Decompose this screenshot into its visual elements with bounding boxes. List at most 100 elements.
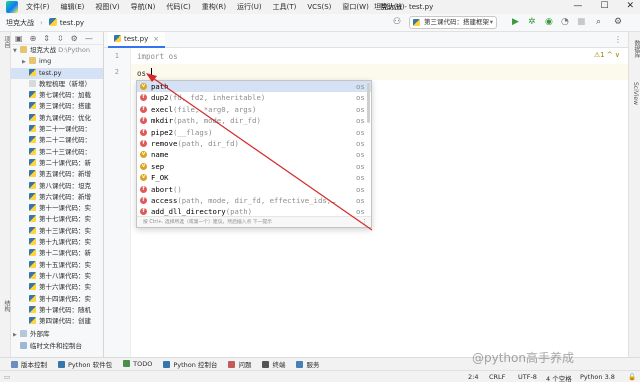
gear-icon[interactable]: ⚙ <box>71 34 78 43</box>
tab-test-py[interactable]: test.py × <box>108 32 166 48</box>
menu-tools[interactable]: 工具(T) <box>273 2 297 12</box>
stop-icon[interactable]: ■ <box>577 17 586 28</box>
profile-icon[interactable]: ◔ <box>561 17 569 28</box>
run-icon[interactable]: ▶ <box>512 17 519 28</box>
status-toggle-icon[interactable]: ▭ <box>4 373 10 381</box>
menu-code[interactable]: 代码(C) <box>166 2 190 12</box>
run-config-label: 第三课代码：搭建框架 <box>424 18 489 26</box>
more-options-icon[interactable]: ⋮ <box>361 217 368 227</box>
bottom-tool-5[interactable]: 终端 <box>262 359 285 369</box>
minimize-icon[interactable]: — <box>85 34 93 43</box>
run-config-select[interactable]: 第三课代码：搭建框架 ▾ <box>409 16 497 29</box>
chevron-right-icon[interactable]: ▶ <box>13 330 20 341</box>
breadcrumb-project[interactable]: 坦克大战 <box>6 18 34 28</box>
tree-item[interactable]: 第六课代码：新增 <box>11 192 103 203</box>
more-tabs-icon[interactable]: ⋮ <box>614 35 622 44</box>
completion-item[interactable]: v sep os <box>137 161 371 172</box>
completion-item[interactable]: f pipe2(__flags) os <box>137 127 371 138</box>
menu-navigate[interactable]: 导航(N) <box>131 2 156 12</box>
tool-window-sciview[interactable]: SciView <box>632 82 639 105</box>
variable-badge-icon: v <box>140 162 147 170</box>
tree-item[interactable]: 第十九课代码：实 <box>11 237 103 248</box>
menu-run[interactable]: 运行(U) <box>237 2 262 12</box>
completion-item[interactable]: v path os <box>137 81 371 93</box>
tree-item[interactable]: 第五课代码：新增 <box>11 169 103 180</box>
search-icon[interactable]: ⌕ <box>596 17 601 28</box>
caret-position[interactable]: 2:4 <box>468 373 478 381</box>
menu-refactor[interactable]: 重构(R) <box>202 2 226 12</box>
tree-item[interactable]: 第二十一课代码： <box>11 124 103 135</box>
bottom-tool-1[interactable]: Python 软件包 <box>58 359 112 369</box>
completion-item[interactable]: v name os <box>137 149 371 160</box>
collapse-icon[interactable]: ⇳ <box>57 34 64 43</box>
tree-item[interactable]: 第十课代码：随机 <box>11 305 103 316</box>
completion-item[interactable]: f execl(file, *arg0, args) os <box>137 104 371 115</box>
code-text: os. <box>137 69 151 78</box>
expand-icon[interactable]: ⇕ <box>43 34 50 43</box>
bottom-tool-label: 版本控制 <box>21 361 47 369</box>
popup-scrollbar[interactable] <box>367 83 370 123</box>
tree-item[interactable]: 第二十三课代码： <box>11 147 103 158</box>
maximize-window-button[interactable]: ☐ <box>600 1 608 11</box>
completion-item[interactable]: f dup2(fd, fd2, inheritable) os <box>137 92 371 103</box>
tool-window-project[interactable]: 项目 <box>2 36 11 48</box>
menu-edit[interactable]: 编辑(E) <box>61 2 85 12</box>
tree-item[interactable]: 第二十课代码：新 <box>11 158 103 169</box>
tree-item[interactable]: 第十六课代码：实 <box>11 282 103 293</box>
close-tab-icon[interactable]: × <box>153 35 159 43</box>
close-window-button[interactable]: ✕ <box>626 1 634 11</box>
tree-root[interactable]: ▼ 坦克大战 D:\Python <box>11 45 103 56</box>
project-view-icon[interactable]: ▣ <box>15 34 23 43</box>
tree-item[interactable]: 第八课代码：坦克 <box>11 181 103 192</box>
debug-icon[interactable]: ✲ <box>528 17 536 28</box>
tree-item[interactable]: 第七课代码：加载 <box>11 90 103 101</box>
inspection-widget[interactable]: ⚠1 ^ ∨ <box>594 51 620 59</box>
completion-item[interactable]: v F_OK os <box>137 172 371 183</box>
bottom-tool-3[interactable]: Python 控制台 <box>163 359 217 369</box>
file-encoding[interactable]: UTF-8 <box>518 373 537 381</box>
tree-item[interactable]: ▶ img <box>11 56 103 67</box>
tree-item[interactable]: 第十五课代码：实 <box>11 260 103 271</box>
bottom-tool-6[interactable]: 服务 <box>296 359 319 369</box>
tree-item[interactable]: 第十七课代码：实 <box>11 214 103 225</box>
tree-item[interactable]: 第十八课代码：实 <box>11 271 103 282</box>
tree-item[interactable]: 第九课代码：优化 <box>11 113 103 124</box>
user-icon[interactable]: ⚇ <box>393 17 401 28</box>
bottom-tool-0[interactable]: 版本控制 <box>11 359 47 369</box>
completion-item[interactable]: f abort() os <box>137 184 371 195</box>
breadcrumb-file[interactable]: test.py <box>48 18 84 27</box>
run-config-icon <box>413 19 420 26</box>
tree-item[interactable]: 第四课代码：创建 <box>11 316 103 327</box>
tree-item[interactable]: 第十二课代码：新 <box>11 248 103 259</box>
tool-window-structure[interactable]: 结构 <box>2 300 11 312</box>
menu-vcs[interactable]: VCS(S) <box>307 3 331 11</box>
coverage-icon[interactable]: ◉ <box>545 17 553 28</box>
indent-setting[interactable]: 4 个空格 <box>546 373 572 382</box>
python-interpreter[interactable]: Python 3.8 <box>580 373 615 381</box>
tree-item[interactable]: 第十三课代码：实 <box>11 226 103 237</box>
completion-item[interactable]: f mkdir(path, mode, dir_fd) os <box>137 115 371 126</box>
tree-item[interactable]: test.py <box>11 67 103 79</box>
settings-icon[interactable]: ⚙ <box>614 17 622 28</box>
menu-file[interactable]: 文件(F) <box>26 2 50 12</box>
tree-item-label: 第十六课代码：实 <box>39 283 91 292</box>
bottom-tool-4[interactable]: 问题 <box>228 359 251 369</box>
python-file-icon <box>29 260 36 268</box>
minimize-window-button[interactable]: — <box>573 1 582 11</box>
tool-window-database[interactable]: 数据库 <box>632 40 640 58</box>
tree-external-libraries[interactable]: ▶ 外部库 <box>11 329 103 341</box>
tree-item[interactable]: 教程梳理（新增） <box>11 79 103 90</box>
menu-window[interactable]: 窗口(W) <box>342 2 368 12</box>
tree-item[interactable]: 第十四课代码：实 <box>11 294 103 305</box>
line-separator[interactable]: CRLF <box>489 373 505 381</box>
tree-scratches[interactable]: 临时文件和控制台 <box>11 341 103 352</box>
locate-icon[interactable]: ⊕ <box>30 34 37 43</box>
lock-icon[interactable]: 🔓 <box>628 373 636 381</box>
bottom-tool-2[interactable]: TODO <box>123 360 152 368</box>
tree-item[interactable]: 第三课代码：搭建 <box>11 101 103 112</box>
menu-view[interactable]: 视图(V) <box>95 2 119 12</box>
tree-item[interactable]: 第二十二课代码： <box>11 135 103 146</box>
completion-item[interactable]: f remove(path, dir_fd) os <box>137 138 371 149</box>
tree-item[interactable]: 第十一课代码：实 <box>11 203 103 214</box>
completion-item[interactable]: f access(path, mode, dir_fd, effective_id… <box>137 195 371 206</box>
